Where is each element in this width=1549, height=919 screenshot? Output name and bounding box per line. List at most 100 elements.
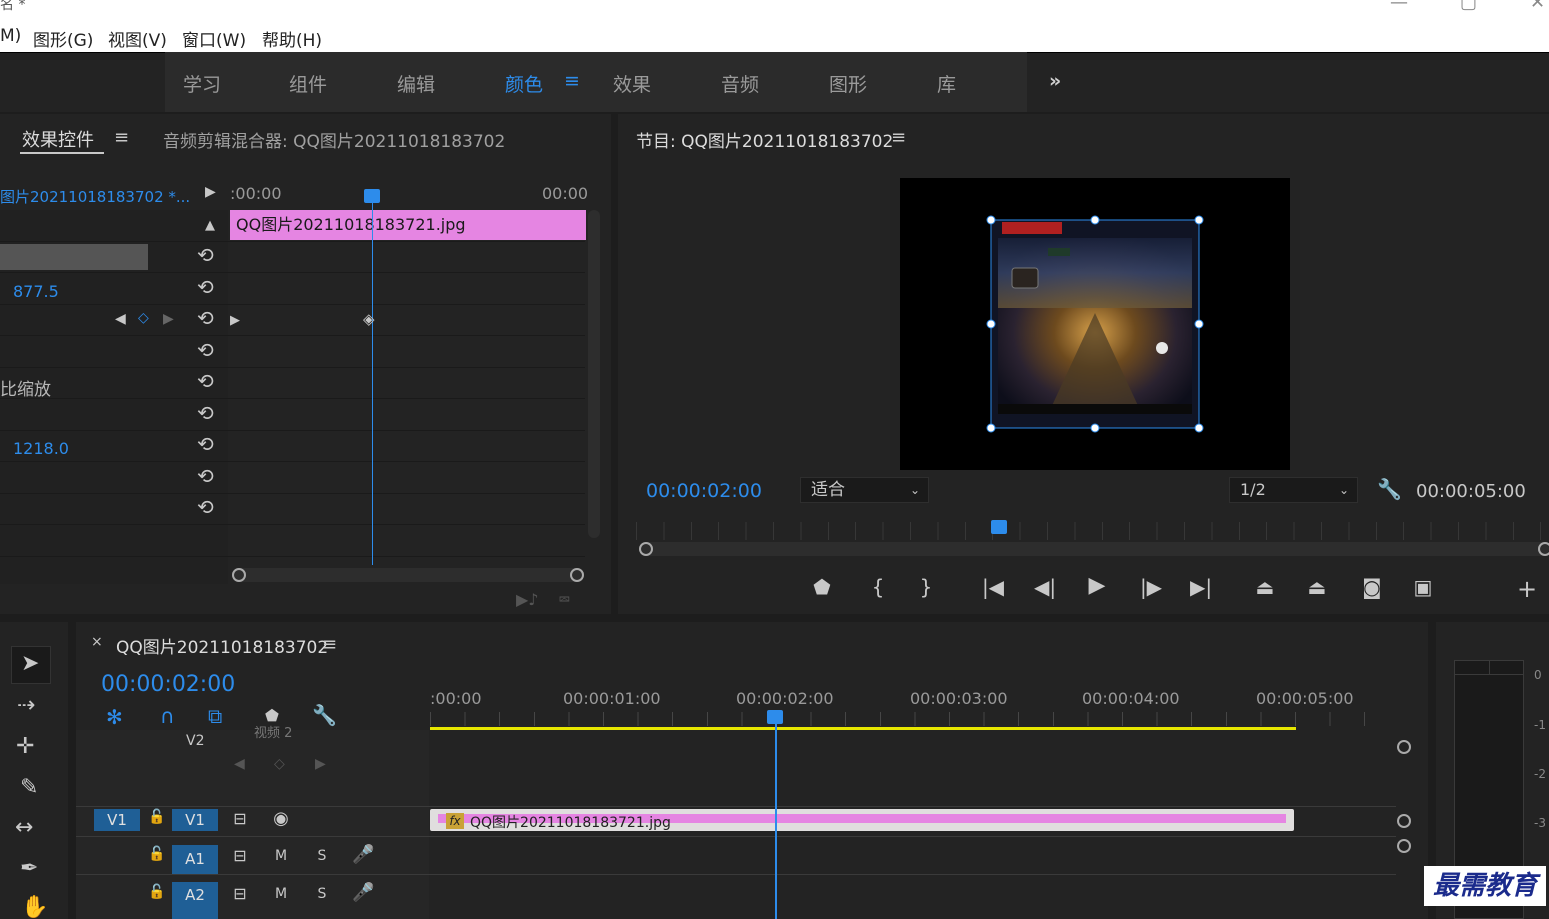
snap-nested-icon[interactable]: ✻ [106,705,123,729]
menu-help[interactable]: 帮助(H) [262,26,322,51]
maximize-icon[interactable]: ▢ [1460,0,1477,13]
reset-icon[interactable]: ⟲ [197,401,214,425]
ws-tab-editing[interactable]: 编辑 [397,70,435,97]
timeline-playhead-icon[interactable] [767,710,783,724]
tab-effect-controls[interactable]: 效果控件 [22,126,94,152]
reset-icon[interactable]: ⟲ [197,338,214,362]
sync-lock-icon[interactable]: ⊟ [230,809,250,828]
go-to-out-icon[interactable]: ▶| [1186,575,1216,599]
program-title[interactable]: 节目: QQ图片20211018183702 [636,127,893,152]
scroll-handle-left[interactable] [232,568,246,582]
resolution-dropdown[interactable]: 1/2 ⌄ [1229,477,1358,503]
scroll-handle-right[interactable] [570,568,584,582]
play-audio-icon[interactable]: ▶♪ [516,590,539,609]
keyframe-icon[interactable]: ◈ [363,310,375,328]
prev-keyframe-icon[interactable]: ◀ [234,756,245,772]
ws-tab-effects[interactable]: 效果 [613,70,651,97]
razor-tool-icon[interactable]: ✎ [20,775,38,800]
timeline-settings-icon[interactable]: 🔧 [312,703,337,727]
camera-icon[interactable]: ◙ [1358,575,1386,599]
zoom-handle-right[interactable] [1538,542,1549,556]
ripple-edit-tool-icon[interactable]: ✛ [16,734,34,759]
add-keyframe-icon[interactable]: ◇ [138,310,149,326]
ec-playhead-icon[interactable] [364,189,380,203]
lock-icon[interactable]: 🔓 [148,809,166,825]
next-keyframe-icon[interactable]: ▶ [163,311,174,327]
video-tracks-scroll-handle[interactable] [1397,740,1411,754]
timeline-current-timecode[interactable]: 00:00:02:00 [101,672,235,697]
reset-icon[interactable]: ⟲ [197,432,214,456]
ec-horizontal-scrollbar[interactable] [232,568,584,582]
go-to-in-icon[interactable]: |◀ [978,575,1008,599]
work-area-bar[interactable] [430,727,1296,730]
step-forward-icon[interactable]: |▶ [1138,575,1164,599]
pen-tool-icon[interactable]: ✒ [20,856,38,881]
play-icon[interactable]: ▶ [1084,573,1110,598]
close-tab-icon[interactable]: × [91,634,103,650]
export-icon[interactable]: ⮹ [558,590,571,610]
mute-button[interactable]: M [272,886,290,902]
ws-tab-audio[interactable]: 音频 [721,70,759,97]
solo-button[interactable]: S [313,848,331,864]
ec-vertical-scrollbar[interactable] [588,210,600,538]
v1-target[interactable]: V1 [172,809,218,831]
sync-lock-icon[interactable]: ⊟ [230,884,250,903]
collapse-icon[interactable]: ▲ [205,218,215,233]
mute-button[interactable]: M [272,848,290,864]
a1-target[interactable]: A1 [172,845,218,874]
menu-view[interactable]: 视图(V) [108,26,167,51]
anchor-value[interactable]: 1218.0 [13,439,69,458]
reset-icon[interactable]: ⟲ [197,369,214,393]
solo-button[interactable]: S [313,886,331,902]
ws-overflow-icon[interactable]: » [1049,70,1061,92]
reset-icon[interactable]: ⟲ [197,275,214,299]
wrench-icon[interactable]: 🔧 [1377,477,1402,501]
lock-icon[interactable]: 🔓 [148,846,166,862]
sequence-label[interactable]: 图片20211018183702 *... [0,186,190,207]
v1-source-patch[interactable]: V1 [94,809,140,831]
add-button-icon[interactable]: + [1515,575,1539,603]
hand-tool-icon[interactable]: ✋ [21,895,48,919]
step-back-icon[interactable]: ◀| [1032,575,1058,599]
add-marker-icon[interactable]: ⬟ [810,575,834,599]
menu-window[interactable]: 窗口(W) [182,26,246,51]
mark-in-icon[interactable]: { [866,575,890,599]
mark-out-icon[interactable]: } [914,575,938,599]
slip-tool-icon[interactable]: ↔ [15,815,33,840]
ws-tab-assembly[interactable]: 组件 [289,70,327,97]
program-zoom-scrollbar[interactable] [640,542,1549,556]
track-select-tool-icon[interactable]: ⇢ [17,693,35,718]
eye-icon[interactable]: ◉ [270,808,292,829]
reset-icon[interactable]: ⟲ [197,464,214,488]
sync-lock-icon[interactable]: ⊟ [230,846,250,865]
program-playhead-icon[interactable] [991,520,1007,534]
expand-icon[interactable]: ▶ [205,184,216,200]
v1-clip[interactable]: fx QQ图片20211018183721.jpg [430,809,1294,831]
track-divider-handle[interactable] [1397,814,1411,828]
ec-clip-bar[interactable]: QQ图片20211018183721.jpg [230,210,586,240]
timeline-ruler-ticks[interactable] [430,712,1390,726]
zoom-handle-left[interactable] [639,542,653,556]
keyframe-nav-icon[interactable]: ▶ [230,313,240,328]
selection-tool-icon[interactable]: ➤ [21,651,39,676]
program-menu-icon[interactable]: ≡ [891,127,906,148]
lock-icon[interactable]: 🔓 [148,884,166,900]
reset-icon[interactable]: ⟲ [197,243,214,267]
timeline-menu-icon[interactable]: ≡ [322,634,337,655]
linked-selection-icon[interactable]: ⧉ [208,704,222,728]
compare-view-icon[interactable]: ▣ [1408,575,1438,599]
timeline-sequence-name[interactable]: QQ图片20211018183702 [116,633,328,658]
minimize-icon[interactable]: — [1390,0,1408,13]
program-current-timecode[interactable]: 00:00:02:00 [646,480,762,502]
ws-tab-libraries[interactable]: 库 [937,70,956,97]
program-time-ruler[interactable] [636,522,1549,540]
ws-menu-icon[interactable]: ≡ [564,70,580,92]
lift-icon[interactable]: ⏏ [1250,575,1280,599]
prev-keyframe-icon[interactable]: ◀ [115,311,126,327]
microphone-icon[interactable]: 🎤 [352,882,374,903]
extract-icon[interactable]: ⏏ [1302,575,1332,599]
add-keyframe-icon[interactable]: ◇ [274,756,285,772]
ws-tab-color[interactable]: 颜色 [505,70,543,97]
close-icon[interactable]: ✕ [1530,0,1545,13]
fit-dropdown[interactable]: 适合 ⌄ [800,477,929,503]
